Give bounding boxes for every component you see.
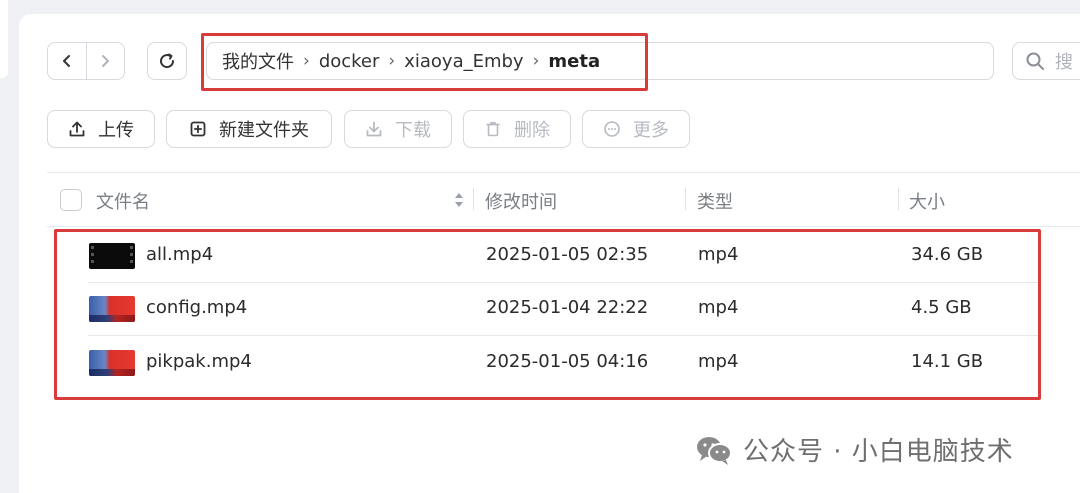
search-placeholder: 搜 — [1055, 52, 1073, 73]
history-nav — [47, 42, 125, 80]
breadcrumb-item-xiaoya-emby[interactable]: xiaoya_Emby — [404, 51, 523, 72]
row-divider — [88, 335, 1038, 336]
more-button[interactable]: 更多 — [582, 110, 690, 148]
column-separator — [473, 188, 474, 210]
download-icon — [365, 120, 383, 138]
file-type: mp4 — [698, 351, 739, 372]
search-icon — [1026, 52, 1044, 70]
table-row[interactable]: pikpak.mp4 2025-01-05 04:16 mp4 14.1 GB — [60, 337, 1040, 389]
file-name[interactable]: config.mp4 — [146, 297, 247, 318]
file-size: 14.1 GB — [911, 351, 984, 372]
download-label: 下载 — [395, 120, 431, 141]
breadcrumb-separator-icon: › — [532, 51, 540, 71]
breadcrumb-separator-icon: › — [388, 51, 396, 71]
column-separator — [898, 188, 899, 210]
file-modified: 2025-01-05 02:35 — [486, 244, 649, 265]
file-modified: 2025-01-04 22:22 — [486, 297, 649, 318]
video-thumbnail — [89, 243, 135, 269]
file-size: 34.6 GB — [911, 244, 984, 265]
refresh-icon — [160, 53, 175, 69]
column-header-modified[interactable]: 修改时间 — [485, 188, 557, 214]
video-thumbnail — [89, 296, 135, 322]
file-name[interactable]: pikpak.mp4 — [146, 351, 252, 372]
forward-button[interactable] — [85, 43, 125, 79]
sort-icon[interactable] — [452, 190, 466, 210]
table-row[interactable]: all.mp4 2025-01-05 02:35 mp4 34.6 GB — [60, 230, 1040, 282]
breadcrumb-current: meta — [548, 50, 601, 72]
column-header-size[interactable]: 大小 — [909, 188, 945, 214]
breadcrumb: 我的文件 › docker › xiaoya_Emby › meta — [206, 42, 994, 80]
column-header-type[interactable]: 类型 — [697, 188, 733, 214]
file-size: 4.5 GB — [911, 297, 972, 318]
wechat-icon — [697, 436, 732, 465]
upload-icon — [68, 120, 86, 138]
chevron-left-icon — [62, 55, 70, 67]
new-folder-label: 新建文件夹 — [219, 120, 309, 141]
trash-icon — [484, 120, 502, 138]
watermark: 公众号 · 小白电脑技术 — [695, 431, 1014, 468]
more-icon — [603, 120, 621, 138]
file-modified: 2025-01-05 04:16 — [486, 351, 649, 372]
back-button[interactable] — [48, 43, 86, 79]
column-separator — [685, 188, 686, 210]
file-type: mp4 — [698, 297, 739, 318]
video-thumbnail — [89, 350, 135, 376]
table-header-divider — [47, 226, 1080, 227]
watermark-text: 公众号 · 小白电脑技术 — [743, 437, 1014, 467]
chevron-right-icon — [102, 55, 110, 67]
file-name[interactable]: all.mp4 — [146, 244, 213, 265]
delete-label: 删除 — [514, 120, 550, 141]
upload-label: 上传 — [98, 120, 134, 141]
breadcrumb-item-docker[interactable]: docker — [319, 51, 380, 72]
select-all-checkbox[interactable] — [60, 189, 82, 211]
table-row[interactable]: config.mp4 2025-01-04 22:22 mp4 4.5 GB — [60, 283, 1040, 335]
left-sidebar-edge — [0, 0, 8, 78]
breadcrumb-item-my-files[interactable]: 我的文件 — [222, 48, 294, 74]
file-type: mp4 — [698, 244, 739, 265]
more-label: 更多 — [633, 120, 669, 141]
new-folder-button[interactable]: 新建文件夹 — [166, 110, 332, 148]
refresh-button[interactable] — [147, 42, 187, 80]
new-folder-icon — [189, 120, 207, 138]
search-input[interactable]: 搜 — [1012, 42, 1080, 80]
column-header-name[interactable]: 文件名 — [96, 188, 150, 214]
breadcrumb-separator-icon: › — [303, 51, 310, 71]
delete-button[interactable]: 删除 — [463, 110, 571, 148]
upload-button[interactable]: 上传 — [47, 110, 155, 148]
download-button[interactable]: 下载 — [344, 110, 452, 148]
table-top-divider — [47, 172, 1080, 173]
